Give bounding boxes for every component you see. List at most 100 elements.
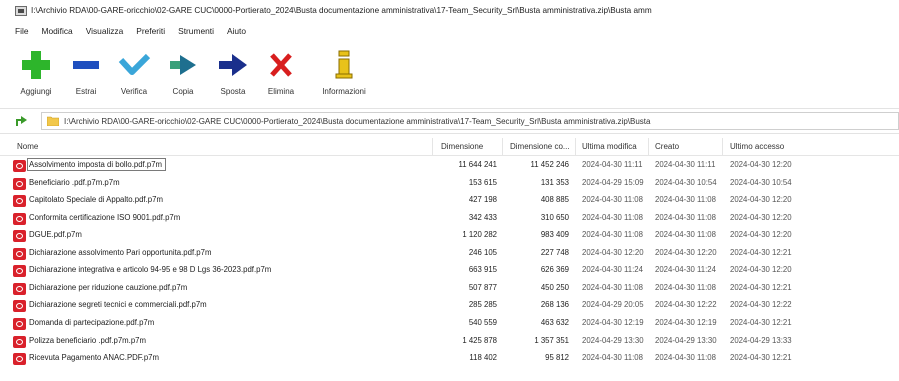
file-packed-size: 131 353 xyxy=(540,177,569,187)
file-row[interactable]: Polizza beneficiario .pdf.p7m.p7m 1 425 8… xyxy=(0,333,899,351)
column-name[interactable]: Nome xyxy=(17,142,38,151)
column-divider[interactable] xyxy=(502,138,503,156)
file-row[interactable]: Capitolato Speciale di Appalto.pdf.p7m 42… xyxy=(0,192,899,210)
path-text: I:\Archivio RDA\00-GARE-oricchio\02-GARE… xyxy=(64,116,651,126)
column-divider[interactable] xyxy=(432,138,433,156)
file-modified: 2024-04-30 11:11 xyxy=(582,160,643,169)
window-title: I:\Archivio RDA\00-GARE-oricchio\02-GARE… xyxy=(31,6,652,15)
file-list: Nome Dimensione Dimensione co... Ultima … xyxy=(0,138,899,381)
checkmark-icon xyxy=(118,53,151,75)
file-row[interactable]: Dichiarazione assolvimento Pari opportun… xyxy=(0,245,899,263)
file-row[interactable]: Beneficiario .pdf.p7m.p7m 153 615 131 353 2… xyxy=(0,175,899,193)
file-created: 2024-04-30 11:11 xyxy=(655,160,716,169)
archive-file-icon xyxy=(13,247,26,260)
title-bar: I:\Archivio RDA\00-GARE-oricchio\02-GARE… xyxy=(0,0,899,21)
file-name: Conformita certificazione ISO 9001.pdf.p… xyxy=(29,212,181,222)
file-size: 540 559 xyxy=(468,317,497,327)
file-row[interactable]: Assolvimento imposta di bollo.pdf.p7m 11 … xyxy=(0,157,899,175)
archive-file-icon xyxy=(13,160,26,172)
folder-up-icon[interactable] xyxy=(15,114,29,128)
menu-visualizza[interactable]: Visualizza xyxy=(86,26,124,36)
column-created[interactable]: Creato xyxy=(655,142,679,151)
column-divider[interactable] xyxy=(648,138,649,156)
file-modified: 2024-04-30 11:08 xyxy=(582,212,643,222)
copy-arrow-icon xyxy=(170,55,196,75)
path-field[interactable]: I:\Archivio RDA\00-GARE-oricchio\02-GARE… xyxy=(41,112,899,130)
file-modified: 2024-04-30 12:20 xyxy=(582,247,644,257)
menu-file[interactable]: File xyxy=(15,26,29,36)
app-icon xyxy=(15,5,27,16)
file-row[interactable]: Dichiarazione integrativa e articolo 94-… xyxy=(0,262,899,280)
add-button[interactable]: Aggiungi xyxy=(11,48,61,96)
file-modified: 2024-04-30 11:24 xyxy=(582,265,643,275)
move-arrow-icon xyxy=(219,54,247,76)
file-packed-size: 463 632 xyxy=(540,317,569,327)
file-row[interactable]: DGUE.pdf.p7m 1 120 282 983 409 2024-04-30 1… xyxy=(0,227,899,245)
file-row[interactable]: Domanda di partecipazione.pdf.p7m 540 559… xyxy=(0,315,899,333)
file-row[interactable]: Dichiarazione per riduzione cauzione.pdf… xyxy=(0,280,899,298)
column-packed-size[interactable]: Dimensione co... xyxy=(510,142,570,151)
delete-x-icon xyxy=(270,53,292,77)
toolbar: Aggiungi Estrai Verifica Copia Sposta El… xyxy=(0,44,899,108)
column-divider[interactable] xyxy=(722,138,723,156)
file-name: Assolvimento imposta di bollo.pdf.p7m xyxy=(26,158,167,171)
archive-file-icon xyxy=(13,195,26,208)
info-button[interactable]: Informazioni xyxy=(312,48,376,96)
file-packed-size: 11 452 246 xyxy=(530,160,569,169)
file-created: 2024-04-30 11:08 xyxy=(655,353,716,363)
file-created: 2024-04-30 11:08 xyxy=(655,195,716,205)
delete-button[interactable]: Elimina xyxy=(256,48,306,96)
file-name: Beneficiario .pdf.p7m.p7m xyxy=(29,177,120,187)
file-packed-size: 227 748 xyxy=(540,247,569,257)
file-accessed: 2024-04-30 12:20 xyxy=(730,265,792,275)
menu-strumenti[interactable]: Strumenti xyxy=(178,26,214,36)
extract-label: Estrai xyxy=(75,87,97,96)
file-name: Dichiarazione per riduzione cauzione.pdf… xyxy=(29,282,188,292)
file-modified: 2024-04-30 11:08 xyxy=(582,282,643,292)
archive-file-icon xyxy=(13,300,26,313)
file-modified: 2024-04-30 12:19 xyxy=(582,317,644,327)
file-name: Dichiarazione assolvimento Pari opportun… xyxy=(29,247,212,257)
column-accessed[interactable]: Ultimo accesso xyxy=(730,142,784,151)
menu-preferiti[interactable]: Preferiti xyxy=(136,26,165,36)
info-label: Informazioni xyxy=(322,87,366,96)
file-created: 2024-04-30 10:54 xyxy=(655,177,717,187)
move-button[interactable]: Sposta xyxy=(208,48,258,96)
column-modified[interactable]: Ultima modifica xyxy=(582,142,637,151)
column-size[interactable]: Dimensione xyxy=(441,142,483,151)
file-modified: 2024-04-30 11:08 xyxy=(582,195,643,205)
file-created: 2024-04-29 13:30 xyxy=(655,335,717,345)
file-size: 427 198 xyxy=(468,195,497,205)
file-created: 2024-04-30 11:24 xyxy=(655,265,716,275)
file-row[interactable]: Ricevuta Pagamento ANAC.PDF.p7m 118 402 95… xyxy=(0,350,899,368)
move-label: Sposta xyxy=(220,87,246,96)
file-created: 2024-04-30 11:08 xyxy=(655,282,716,292)
file-size: 11 644 241 xyxy=(458,160,497,169)
test-label: Verifica xyxy=(120,87,148,96)
file-accessed: 2024-04-30 12:21 xyxy=(730,353,792,363)
file-modified: 2024-04-30 11:08 xyxy=(582,230,643,240)
address-bar: I:\Archivio RDA\00-GARE-oricchio\02-GARE… xyxy=(0,108,899,134)
file-modified: 2024-04-29 20:05 xyxy=(582,300,644,310)
file-name: Capitolato Speciale di Appalto.pdf.p7m xyxy=(29,195,163,205)
test-button[interactable]: Verifica xyxy=(109,48,159,96)
file-packed-size: 310 650 xyxy=(540,212,569,222)
file-row[interactable]: Conformita certificazione ISO 9001.pdf.p… xyxy=(0,210,899,228)
column-divider[interactable] xyxy=(575,138,576,156)
file-size: 507 877 xyxy=(468,282,497,292)
file-size: 118 402 xyxy=(469,353,497,363)
copy-button[interactable]: Copia xyxy=(158,48,208,96)
file-modified: 2024-04-29 15:09 xyxy=(582,177,644,187)
menu-modifica[interactable]: Modifica xyxy=(42,26,73,36)
extract-button[interactable]: Estrai xyxy=(61,48,111,96)
copy-label: Copia xyxy=(172,87,194,96)
file-packed-size: 450 250 xyxy=(540,282,569,292)
archive-file-icon xyxy=(13,230,26,243)
menu-aiuto[interactable]: Aiuto xyxy=(227,26,246,36)
file-row[interactable]: Dichiarazione segreti tecnici e commerci… xyxy=(0,297,899,315)
info-icon xyxy=(335,50,353,79)
file-accessed: 2024-04-30 12:21 xyxy=(730,282,792,292)
file-size: 285 285 xyxy=(468,300,497,310)
file-packed-size: 408 885 xyxy=(540,195,569,205)
archive-file-icon xyxy=(13,282,26,295)
